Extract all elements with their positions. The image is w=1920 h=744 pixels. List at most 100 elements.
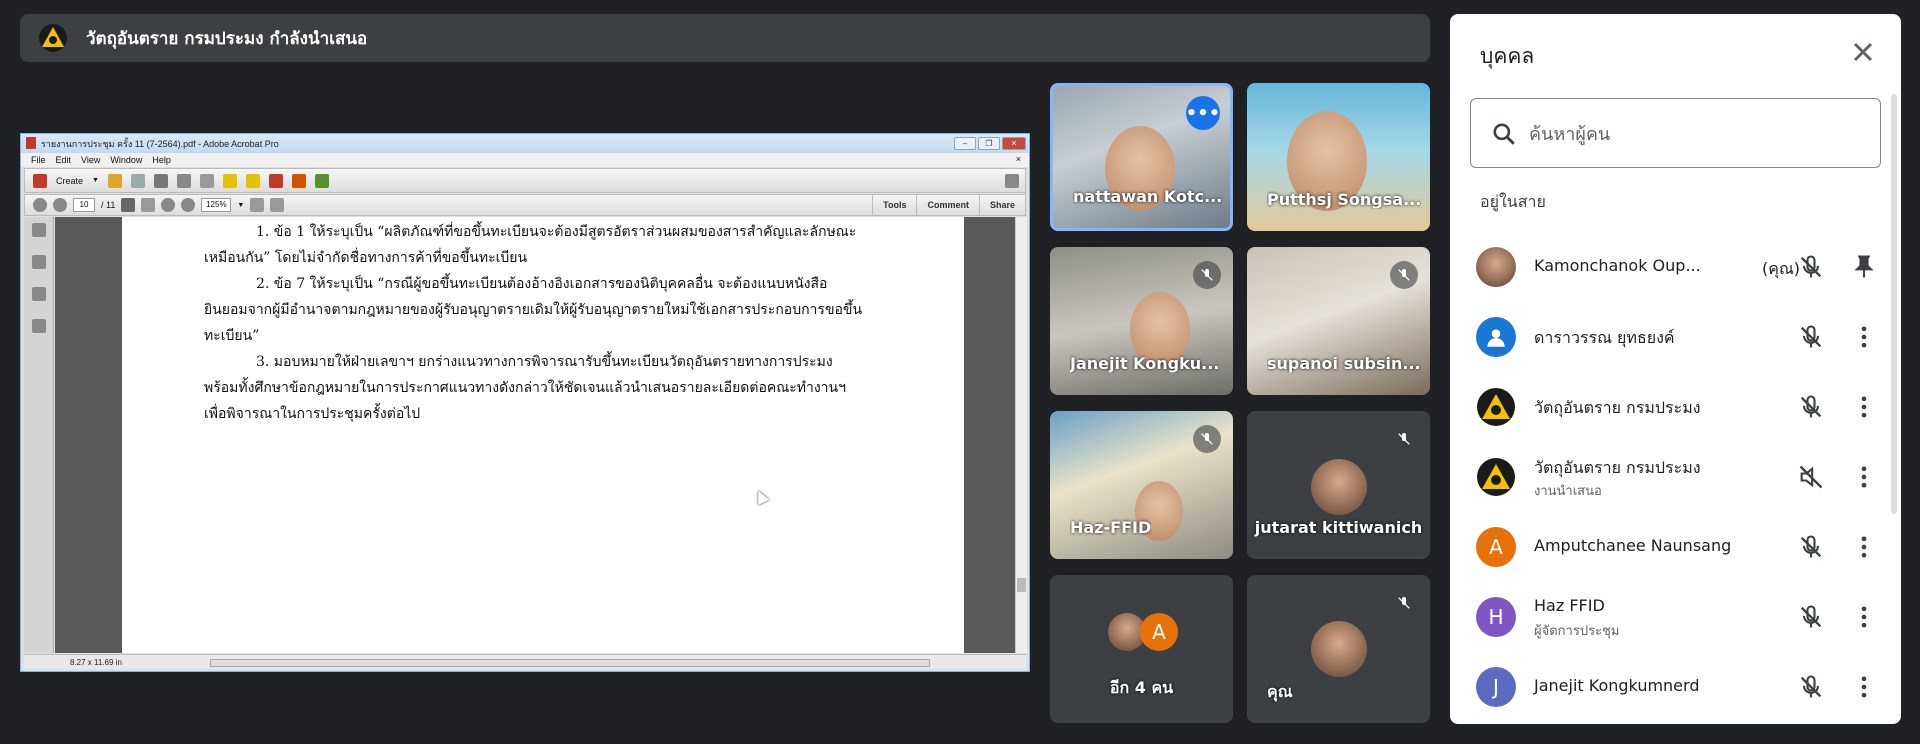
pin-icon[interactable]	[1850, 253, 1878, 281]
participant-name: Haz-FFID	[1070, 518, 1152, 537]
mic-off-icon	[1800, 535, 1822, 558]
shared-screen: รายงานการประชุม ครั้ง 11 (7-2564).pdf - …	[20, 133, 1030, 672]
participant-role: ผู้จัดการประชุม	[1534, 624, 1620, 639]
more-participants-label: อีก 4 คน	[1109, 678, 1174, 697]
presenter-bar: วัตถุอันตราย กรมประมง กำลังนำเสนอ	[20, 14, 1430, 62]
doc-line: พร้อมทั้งศึกษาข้อกฎหมายในการประกาศแนวทาง…	[204, 380, 846, 396]
mic-off-icon	[1800, 605, 1822, 628]
person-icon	[1487, 329, 1505, 347]
participant-tile[interactable]: Janejit Kongku...	[1050, 247, 1233, 395]
pages-icon	[31, 223, 46, 237]
doc-close-icon: ×	[1015, 154, 1021, 164]
participant-row[interactable]: ดาราวรรณ ยุทธยงค์	[1470, 302, 1881, 372]
participant-row[interactable]: วัตถุอันตราย กรมประมง งานนำเสนอ	[1470, 442, 1881, 512]
search-input[interactable]	[1529, 115, 1859, 153]
email-icon	[176, 173, 191, 188]
participant-tile[interactable]: jutarat kittiwanich	[1247, 411, 1430, 559]
more-vert-icon[interactable]	[1850, 603, 1878, 631]
menu-window: Window	[110, 155, 143, 165]
participant-name: jutarat kittiwanich	[1254, 518, 1423, 537]
doc-line: 3. มอบหมายให้ฝ่ายเลขาฯ ยกร่างแนวทางการพิ…	[256, 354, 833, 370]
doc-line: 2. ข้อ 7 ให้ระบุเป็น “กรณีผู้ขอขึ้นทะเบี…	[256, 276, 828, 292]
doc-line: ยินยอมจากผู้มีอำนาจตามกฎหมายของผู้รับอนุ…	[204, 302, 863, 318]
participant-row[interactable]: วัตถุอันตราย กรมประมง	[1470, 372, 1881, 442]
comment-icon	[222, 173, 237, 188]
page-up-icon	[33, 198, 47, 212]
zoom-level: 125%	[201, 198, 232, 212]
more-vert-icon[interactable]	[1850, 463, 1878, 491]
window-controls: – ❐ ✕	[954, 137, 1026, 150]
dept-fisheries-logo-icon	[1477, 388, 1515, 426]
full-screen-icon	[270, 198, 285, 212]
print-icon	[153, 173, 168, 188]
page-size-label: 8.27 x 11.69 in	[70, 658, 122, 667]
participant-row[interactable]: J Janejit Kongkumnerd	[1470, 652, 1881, 722]
panel-scrollbar[interactable]	[1891, 94, 1897, 514]
participant-tile[interactable]: supanoi subsin...	[1247, 247, 1430, 395]
attachments-icon	[31, 287, 46, 301]
participant-name: supanoi subsin...	[1267, 354, 1421, 373]
participant-name: Putthsj Songsa...	[1267, 190, 1422, 209]
participant-tile[interactable]: ••• nattawan Kotc...	[1050, 83, 1233, 231]
participant-name: Janejit Kongkumnerd	[1534, 676, 1700, 695]
doc-vertical-scrollbar	[1015, 217, 1027, 653]
avatar: H	[1476, 597, 1516, 637]
participant-row[interactable]: H Haz FFID ผู้จัดการประชุม	[1470, 582, 1881, 652]
tab-tools: Tools	[872, 195, 916, 215]
fit-page-icon	[250, 198, 265, 212]
acrobat-title-bar: รายงานการประชุม ครั้ง 11 (7-2564).pdf - …	[21, 134, 1029, 153]
mic-off-icon	[1800, 255, 1822, 278]
self-tile[interactable]: คุณ	[1247, 575, 1430, 723]
avatar	[1476, 247, 1516, 287]
document-page: 1. ข้อ 1 ให้ระบุเป็น “ผลิตภัณฑ์ที่ขอขึ้น…	[122, 217, 964, 653]
avatar	[1311, 459, 1367, 515]
participant-row[interactable]: A Amputchanee Naunsang	[1470, 512, 1881, 582]
page-number-box: 10	[73, 198, 95, 212]
acrobat-right-tabs: Tools Comment Share	[872, 195, 1025, 215]
participant-tile[interactable]: Putthsj Songsa...	[1247, 83, 1430, 231]
participant-name: Haz FFID	[1534, 596, 1605, 615]
participant-name: วัตถุอันตราย กรมประมง	[1534, 398, 1701, 417]
expand-icon	[1005, 173, 1019, 188]
acrobat-menu-bar: File Edit View Window Help ×	[21, 153, 1029, 167]
doc-line: เพื่อพิจารณาในการประชุมครั้งต่อไป	[204, 406, 421, 422]
review-icon	[245, 173, 260, 188]
presenter-title: วัตถุอันตราย กรมประมง กำลังนำเสนอ	[86, 28, 368, 49]
close-icon[interactable]	[1847, 36, 1879, 68]
dept-fisheries-logo-icon	[1477, 458, 1515, 496]
open-icon	[107, 173, 122, 188]
doc-line: 1. ข้อ 1 ให้ระบุเป็น “ผลิตภัณฑ์ที่ขอขึ้น…	[256, 224, 857, 240]
doc-horizontal-scrollbar: 8.27 x 11.69 in	[24, 654, 1026, 669]
settings-icon	[199, 173, 214, 188]
participant-tile[interactable]: Haz-FFID	[1050, 411, 1233, 559]
you-tag: (คุณ)	[1762, 259, 1801, 278]
scroll-track	[210, 659, 930, 667]
doc-line: ทะเบียน”	[204, 328, 260, 344]
scroll-thumb	[1017, 578, 1026, 592]
more-vert-icon[interactable]	[1850, 673, 1878, 701]
mic-off-icon	[1193, 261, 1221, 289]
more-participants-tile[interactable]: A อีก 4 คน	[1050, 575, 1233, 723]
participant-row[interactable]: Kamonchanok Oup... (คุณ)	[1470, 232, 1881, 302]
more-vert-icon[interactable]	[1850, 323, 1878, 351]
tab-share: Share	[978, 195, 1025, 215]
more-options-button[interactable]: •••	[1186, 96, 1220, 130]
mic-off-icon	[1390, 589, 1418, 617]
acrobat-toolbar-nav: 10 / 11 125% ▼ Tools Comment Share	[24, 194, 1026, 216]
participant-name: Amputchanee Naunsang	[1534, 536, 1732, 555]
doc-line: เหมือนกัน” โดยไม่จำกัดชื่อทางการค้าที่ขอ…	[204, 250, 528, 266]
bookmarks-icon	[31, 255, 46, 269]
dept-fisheries-logo-icon	[39, 24, 67, 52]
more-vert-icon[interactable]	[1850, 533, 1878, 561]
more-vert-icon[interactable]	[1850, 393, 1878, 421]
panel-title: บุคคล	[1480, 44, 1535, 68]
signatures-icon	[31, 319, 46, 333]
minimize-icon: –	[954, 137, 976, 150]
section-label: อยู่ในสาย	[1480, 192, 1546, 211]
share-file-icon	[291, 173, 306, 188]
mic-off-icon	[1193, 425, 1221, 453]
search-box[interactable]	[1470, 98, 1881, 168]
select-tool-icon	[121, 198, 136, 212]
tab-comment: Comment	[916, 195, 979, 215]
save-icon	[130, 173, 145, 188]
